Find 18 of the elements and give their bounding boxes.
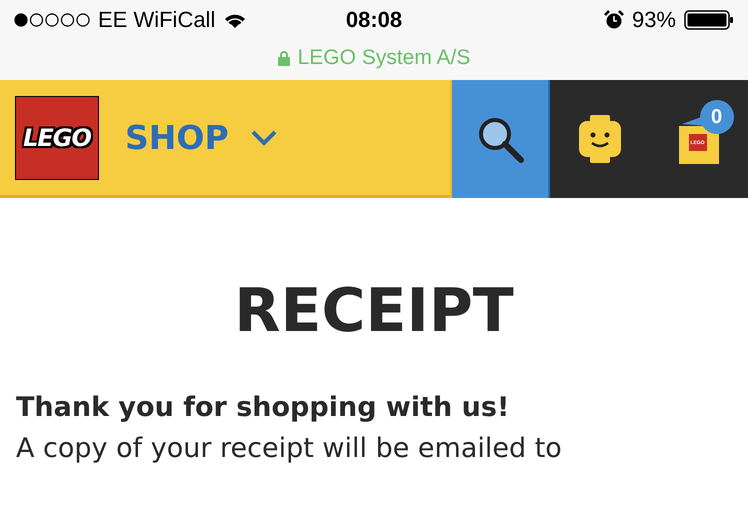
thank-you-text: Thank you for shopping with us! bbox=[16, 392, 510, 423]
lock-icon bbox=[278, 50, 290, 66]
carrier-name: EE WiFiCall bbox=[98, 7, 216, 33]
shop-menu[interactable]: SHOP bbox=[125, 118, 277, 157]
page-title: RECEIPT bbox=[233, 276, 515, 346]
signal-icon bbox=[14, 13, 90, 27]
account-button[interactable] bbox=[578, 115, 620, 163]
battery-percent: 93% bbox=[632, 7, 676, 33]
receipt-message: A copy of your receipt will be emailed to bbox=[16, 433, 563, 464]
search-button[interactable] bbox=[450, 80, 550, 198]
site-name: LEGO System A/S bbox=[298, 46, 470, 70]
clock-time: 08:08 bbox=[346, 7, 402, 33]
chevron-down-icon bbox=[250, 130, 277, 146]
cart-count-badge: 0 bbox=[700, 100, 734, 134]
battery-icon bbox=[684, 10, 734, 30]
minifigure-head-icon bbox=[578, 115, 620, 163]
alarm-clock-icon bbox=[604, 10, 624, 30]
lego-logo[interactable]: LEGO bbox=[15, 96, 99, 180]
